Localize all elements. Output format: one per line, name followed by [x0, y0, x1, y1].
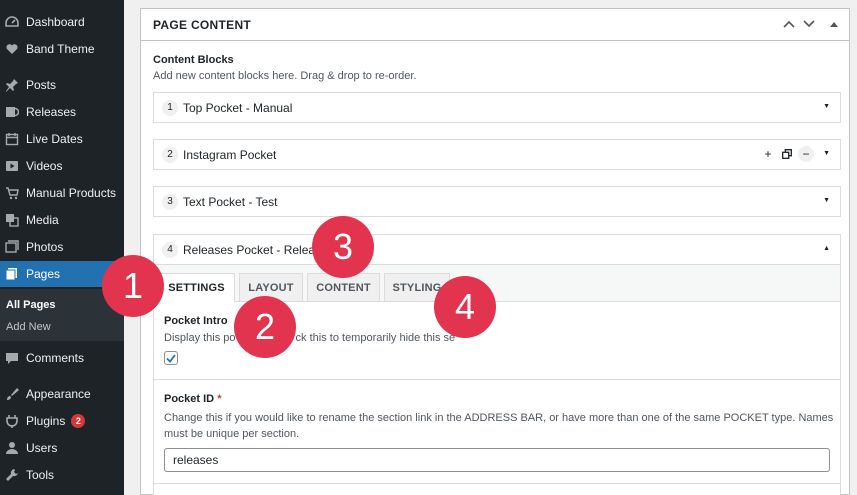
menu-label: Plugins — [26, 414, 66, 428]
comment-icon — [5, 351, 19, 365]
menu-label: Appearance — [26, 387, 91, 401]
dashboard-icon — [5, 15, 19, 29]
collapse-caret-icon[interactable]: ▲ — [823, 245, 830, 252]
menu-label: Releases — [26, 105, 77, 119]
expand-caret-icon[interactable]: ▼ — [823, 197, 830, 204]
content-block-3[interactable]: 3 Text Pocket - Test ▼ — [153, 186, 841, 217]
block-title: Instagram Pocket — [183, 147, 277, 162]
block-number: 4 — [162, 241, 178, 258]
menu-label: Photos — [26, 240, 64, 254]
photos-icon — [5, 240, 19, 254]
callout-3: 3 — [312, 216, 374, 278]
admin-sidebar: Dashboard Band Theme Posts Releases Live… — [0, 0, 124, 495]
heart-icon — [5, 42, 19, 56]
album-icon — [5, 105, 19, 119]
menu-users[interactable]: Users — [0, 435, 124, 461]
submenu-all-pages[interactable]: All Pages — [6, 299, 56, 311]
callout-1: 1 — [102, 255, 164, 317]
menu-dashboard[interactable]: Dashboard — [0, 9, 124, 35]
user-icon — [5, 441, 19, 455]
video-icon — [5, 159, 19, 173]
menu-label: Users — [26, 441, 58, 455]
panel-header: PAGE CONTENT — [141, 9, 849, 41]
required-marker: * — [217, 393, 222, 405]
collapse-toggle-icon[interactable] — [827, 17, 841, 31]
checkmark-icon — [166, 353, 176, 363]
pocket-intro-checkbox[interactable] — [164, 351, 178, 365]
pocket-id-label-text: Pocket ID — [164, 393, 215, 405]
menu-manual-products[interactable]: Manual Products — [0, 180, 124, 206]
panel-title: PAGE CONTENT — [153, 17, 252, 32]
content-blocks-label: Content Blocks — [153, 54, 234, 66]
field-divider — [154, 483, 840, 484]
pocket-intro-label: Pocket Intro — [164, 315, 228, 327]
block-tools: + − — [760, 146, 814, 162]
menu-label: Dashboard — [26, 15, 85, 29]
menu-comments[interactable]: Comments — [0, 345, 124, 371]
menu-releases[interactable]: Releases — [0, 99, 124, 125]
menu-videos[interactable]: Videos — [0, 153, 124, 179]
tab-settings[interactable]: SETTINGS — [158, 273, 235, 303]
page-content-panel: PAGE CONTENT Content Blocks Add new cont… — [140, 8, 850, 495]
menu-live-dates[interactable]: Live Dates — [0, 126, 124, 152]
calendar-icon — [5, 132, 19, 146]
cart-icon — [5, 186, 19, 200]
callout-4: 4 — [434, 276, 496, 338]
menu-label: Band Theme — [26, 42, 95, 56]
menu-photos[interactable]: Photos — [0, 234, 124, 260]
menu-label: Comments — [26, 351, 85, 365]
pocket-id-label: Pocket ID * — [164, 393, 221, 405]
menu-plugins[interactable]: Plugins 2 — [0, 408, 124, 434]
update-count-badge: 2 — [71, 414, 86, 428]
move-down-icon[interactable] — [802, 17, 816, 31]
content-block-2[interactable]: 2 Instagram Pocket + − ▼ — [153, 139, 841, 170]
block-number: 2 — [162, 146, 178, 163]
wrench-icon — [5, 468, 19, 482]
content-block-4-expanded: 4 Releases Pocket - Releas ▲ SETTINGS LA… — [153, 234, 841, 495]
menu-band-theme[interactable]: Band Theme — [0, 36, 124, 62]
menu-appearance[interactable]: Appearance — [0, 381, 124, 407]
submenu-add-new[interactable]: Add New — [6, 321, 51, 333]
plugin-icon — [5, 414, 19, 428]
block-title: Top Pocket - Manual — [183, 100, 293, 115]
brush-icon — [5, 387, 19, 401]
menu-label: Posts — [26, 78, 57, 92]
block-number: 1 — [162, 99, 178, 116]
move-up-icon[interactable] — [782, 17, 796, 31]
block-title: Releases Pocket - Releas — [183, 242, 322, 257]
menu-label: Tools — [26, 468, 55, 482]
expand-caret-icon[interactable]: ▼ — [823, 150, 830, 157]
pocket-intro-description-end: ck this to temporarily hide this se — [295, 332, 456, 344]
remove-block-icon[interactable]: − — [798, 146, 814, 162]
media-icon — [5, 213, 19, 227]
add-block-icon[interactable]: + — [760, 146, 776, 162]
menu-media[interactable]: Media — [0, 207, 124, 233]
pocket-intro-description-start: Display this po — [164, 332, 236, 344]
expand-caret-icon[interactable]: ▼ — [823, 103, 830, 110]
callout-2: 2 — [234, 296, 296, 358]
block-title: Text Pocket - Test — [183, 194, 278, 209]
block-header[interactable]: 4 Releases Pocket - Releas ▲ — [154, 235, 840, 265]
menu-tools[interactable]: Tools — [0, 462, 124, 488]
block-number: 3 — [162, 193, 178, 210]
content-block-1[interactable]: 1 Top Pocket - Manual ▼ — [153, 92, 841, 123]
menu-label: Media — [26, 213, 59, 227]
duplicate-block-icon[interactable] — [779, 146, 795, 162]
menu-label: Pages — [26, 267, 61, 281]
field-divider — [154, 379, 840, 380]
menu-label: Live Dates — [26, 132, 83, 146]
pocket-id-input[interactable] — [164, 448, 830, 472]
menu-posts[interactable]: Posts — [0, 72, 124, 98]
pin-icon — [5, 78, 19, 92]
menu-label: Videos — [26, 159, 63, 173]
pages-icon — [5, 267, 19, 281]
pocket-id-description: Change this if you would like to rename … — [164, 412, 834, 440]
menu-label: Manual Products — [26, 186, 117, 200]
content-blocks-description: Add new content blocks here. Drag & drop… — [153, 70, 417, 82]
